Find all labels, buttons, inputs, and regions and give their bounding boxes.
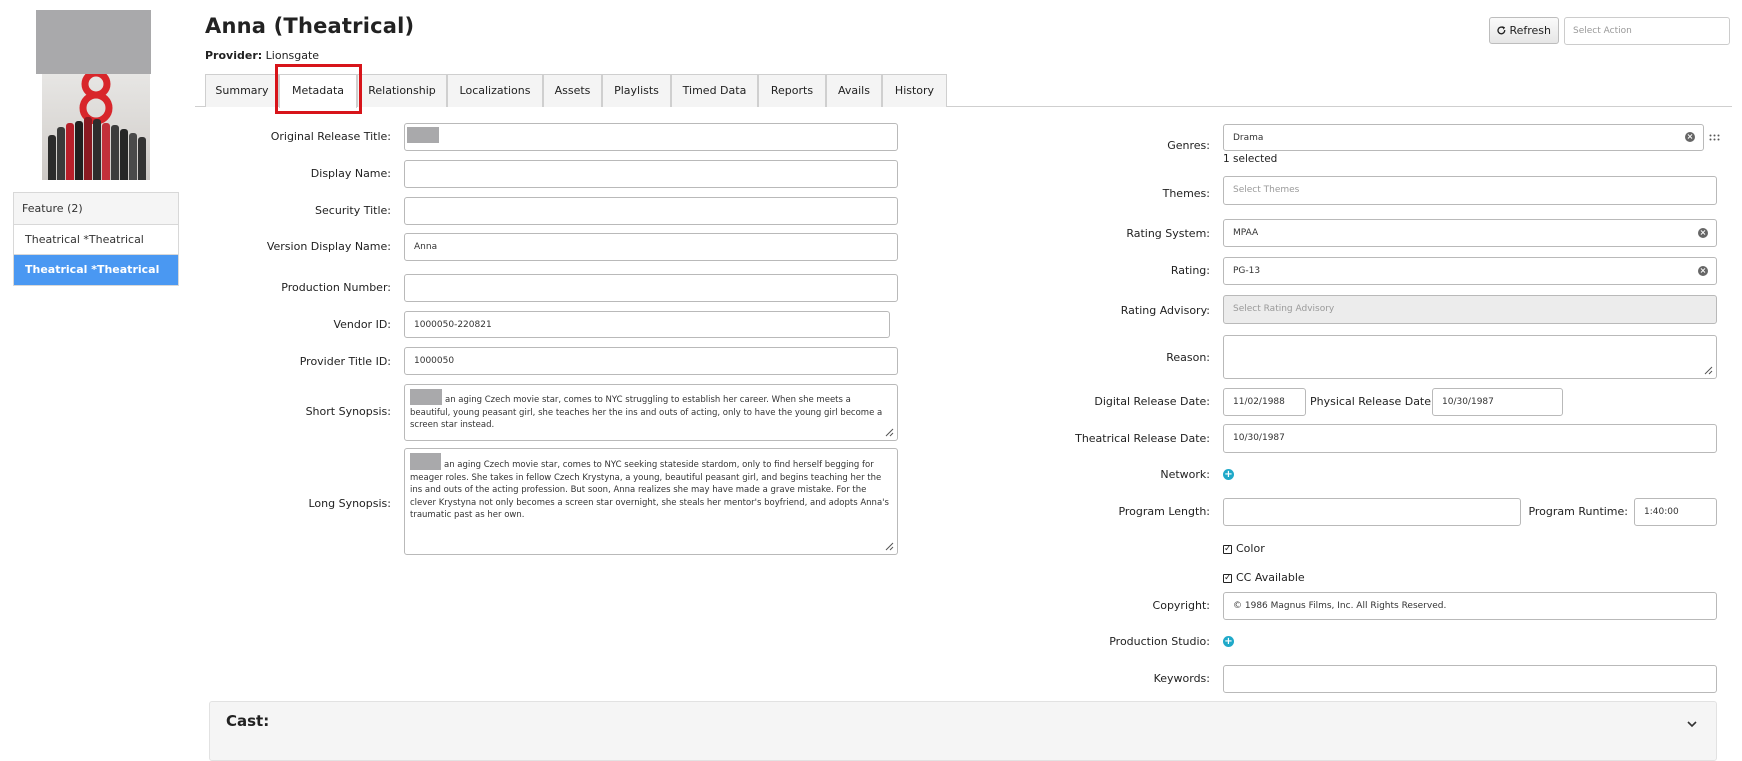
copyright-input[interactable]: © 1986 Magnus Films, Inc. All Rights Res… — [1223, 592, 1717, 620]
original-release-title-label: Original Release Title: — [270, 130, 391, 143]
color-checkbox-label: Color — [1236, 542, 1265, 555]
reason-textarea[interactable] — [1223, 335, 1717, 379]
refresh-button[interactable]: Refresh — [1489, 17, 1559, 44]
rating-system-select[interactable]: MPAA × — [1223, 219, 1717, 247]
drag-handle-icon[interactable] — [1709, 134, 1720, 142]
production-number-label: Production Number: — [281, 281, 391, 294]
provider-title-id-input[interactable]: 1000050 — [404, 347, 898, 375]
genres-value: Drama — [1233, 133, 1264, 143]
active-tab-highlight — [275, 64, 362, 114]
add-production-studio-icon[interactable]: + — [1223, 636, 1234, 647]
poster-logo — [79, 74, 113, 124]
rating-value: PG-13 — [1233, 266, 1261, 276]
digital-release-date-input[interactable]: 11/02/1988 — [1223, 388, 1306, 416]
tab-relationship[interactable]: Relationship — [357, 74, 447, 107]
genres-selected-count: 1 selected — [1223, 153, 1278, 165]
rating-select[interactable]: PG-13 × — [1223, 257, 1717, 285]
cast-panel[interactable] — [209, 701, 1717, 761]
reason-label: Reason: — [1166, 351, 1210, 364]
redacted-region — [410, 389, 442, 405]
genres-label: Genres: — [1167, 139, 1210, 152]
rating-advisory-label: Rating Advisory: — [1120, 304, 1210, 317]
long-synopsis-textarea[interactable]: an aging Czech movie star, comes to NYC … — [404, 448, 898, 555]
clear-icon[interactable]: × — [1698, 266, 1708, 276]
rating-advisory-select: Select Rating Advisory — [1223, 295, 1717, 324]
rating-label: Rating: — [1170, 264, 1210, 277]
provider-value: Lionsgate — [265, 49, 320, 62]
provider-label: Provider: — [205, 49, 263, 62]
short-synopsis-label: Short Synopsis: — [305, 405, 391, 418]
short-synopsis-textarea[interactable]: an aging Czech movie star, comes to NYC … — [404, 384, 898, 441]
theatrical-release-date-label: Theatrical Release Date: — [1075, 432, 1210, 445]
security-title-input[interactable] — [404, 197, 898, 225]
digital-release-date-label: Digital Release Date: — [1094, 395, 1210, 408]
color-checkbox[interactable]: ✓ — [1223, 545, 1232, 554]
add-network-icon[interactable]: + — [1223, 469, 1234, 480]
genres-select[interactable]: Drama × — [1223, 124, 1704, 151]
display-name-label: Display Name: — [310, 167, 391, 180]
version-display-name-input[interactable]: Anna — [404, 233, 898, 261]
tab-avails[interactable]: Avails — [826, 74, 882, 107]
feature-group-header[interactable]: Feature (2) — [14, 193, 178, 225]
keywords-label: Keywords: — [1153, 672, 1210, 685]
feature-item[interactable]: Theatrical *Theatrical — [14, 225, 178, 255]
vendor-id-input[interactable]: 1000050-220821 — [404, 311, 890, 338]
cc-available-checkbox-label: CC Available — [1236, 571, 1305, 584]
original-release-title-input[interactable] — [404, 123, 898, 151]
security-title-label: Security Title: — [315, 204, 391, 217]
cast-title: Cast: — [226, 712, 270, 730]
resize-grip-icon[interactable] — [1704, 366, 1713, 375]
feature-list: Feature (2) Theatrical *Theatrical Theat… — [13, 192, 179, 286]
themes-select[interactable]: Select Themes — [1223, 176, 1717, 205]
provider-line: Provider: Lionsgate — [205, 49, 319, 62]
display-name-input[interactable] — [404, 160, 898, 188]
resize-grip-icon[interactable] — [885, 428, 894, 437]
rating-system-value: MPAA — [1233, 228, 1259, 238]
physical-release-date-label: Physical Release Date: — [1310, 395, 1435, 408]
redacted-region — [36, 10, 151, 74]
clear-icon[interactable]: × — [1698, 228, 1708, 238]
rating-system-label: Rating System: — [1126, 227, 1210, 240]
keywords-input[interactable] — [1223, 665, 1717, 693]
page-title: Anna (Theatrical) — [205, 14, 415, 38]
redacted-region — [407, 127, 439, 143]
physical-release-date-input[interactable]: 10/30/1987 — [1432, 388, 1563, 416]
redacted-region — [410, 453, 441, 470]
tab-timed-data[interactable]: Timed Data — [671, 74, 758, 107]
tab-playlists[interactable]: Playlists — [602, 74, 671, 107]
provider-title-id-label: Provider Title ID: — [299, 355, 391, 368]
feature-item-selected[interactable]: Theatrical *Theatrical — [14, 255, 178, 285]
refresh-icon — [1497, 26, 1506, 35]
themes-label: Themes: — [1162, 187, 1210, 200]
cc-available-checkbox[interactable]: ✓ — [1223, 574, 1232, 583]
tab-summary[interactable]: Summary — [205, 74, 279, 107]
poster-artwork — [42, 74, 150, 180]
program-length-label: Program Length: — [1118, 505, 1210, 518]
vendor-id-label: Vendor ID: — [333, 318, 391, 331]
production-number-input[interactable] — [404, 274, 898, 302]
tab-history[interactable]: History — [882, 74, 947, 107]
program-runtime-input[interactable]: 1:40:00 — [1634, 498, 1717, 526]
copyright-label: Copyright: — [1152, 599, 1210, 612]
tab-assets[interactable]: Assets — [543, 74, 602, 107]
tab-localizations[interactable]: Localizations — [447, 74, 543, 107]
network-label: Network: — [1160, 468, 1210, 481]
tab-reports[interactable]: Reports — [758, 74, 826, 107]
program-length-input[interactable] — [1223, 498, 1521, 526]
refresh-label: Refresh — [1509, 24, 1552, 37]
long-synopsis-label: Long Synopsis: — [308, 497, 391, 510]
short-synopsis-text: an aging Czech movie star, comes to NYC … — [410, 395, 883, 430]
program-runtime-label: Program Runtime: — [1528, 505, 1628, 518]
chevron-down-icon[interactable] — [1685, 717, 1699, 731]
clear-icon[interactable]: × — [1685, 132, 1695, 142]
title-poster — [36, 10, 151, 180]
select-action-dropdown[interactable]: Select Action — [1564, 17, 1730, 45]
version-display-name-label: Version Display Name: — [266, 240, 391, 253]
theatrical-release-date-input[interactable]: 10/30/1987 — [1223, 424, 1717, 453]
resize-grip-icon[interactable] — [885, 542, 894, 551]
production-studio-label: Production Studio: — [1109, 635, 1210, 648]
long-synopsis-text: an aging Czech movie star, comes to NYC … — [410, 460, 889, 520]
